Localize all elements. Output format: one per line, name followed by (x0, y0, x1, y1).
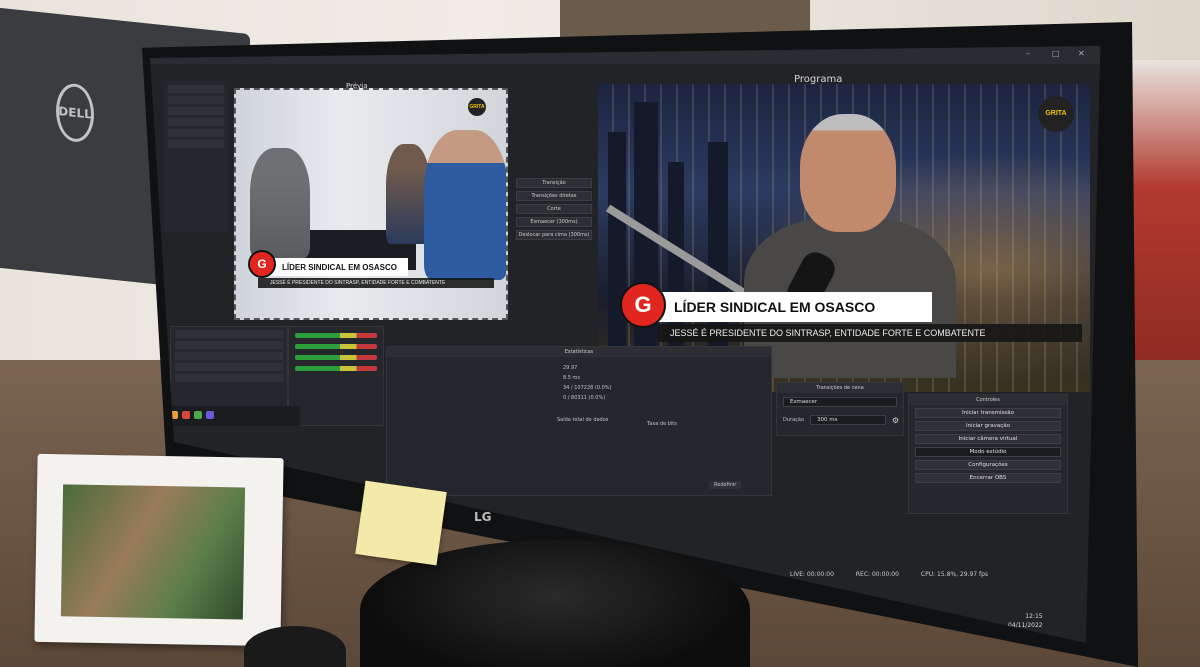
scene-transitions-title: Transições de cena (777, 383, 903, 393)
transition-button[interactable]: Transição (516, 178, 592, 188)
person-right (424, 130, 506, 280)
couple-photo (60, 484, 246, 620)
stats-lagged: 0 / 80311 (0.0%) (563, 395, 606, 401)
person-left (250, 148, 310, 258)
mixer-bar-4 (295, 366, 377, 371)
transition-select[interactable]: Esmaecer (783, 397, 897, 407)
duration-label: Duração (783, 417, 805, 423)
live-status: LIVE: 00:00:00 (790, 570, 834, 578)
preview-lower-third-title: LÍDER SINDICAL EM OSASCO (258, 258, 408, 276)
app-icon[interactable] (206, 411, 214, 419)
app-icon[interactable] (182, 411, 190, 419)
duration-input[interactable]: 300 ms (810, 415, 886, 425)
stats-col-data: Saída total de dados (557, 417, 609, 423)
controls-dock: Controles Iniciar transmissão Iniciar gr… (908, 394, 1068, 514)
stats-fps: 29.97 (563, 365, 578, 371)
fade-transition[interactable]: Esmaecer (300ms) (516, 217, 592, 227)
direct-transitions[interactable]: Transições diretas (516, 191, 592, 201)
program-g-badge: G (620, 282, 666, 328)
start-recording-button[interactable]: Iniciar gravação (915, 421, 1061, 431)
start-streaming-button[interactable]: Iniciar transmissão (915, 408, 1061, 418)
program-lower-third-title: LÍDER SINDICAL EM OSASCO (648, 292, 932, 322)
transition-panel: Transição Transições diretas Corte Esmae… (516, 178, 592, 243)
preview-lower-third-subtitle: JESSÉ É PRESIDENTE DO SINTRASP, ENTIDADE… (258, 278, 494, 288)
exit-button[interactable]: Encerrar OBS (915, 473, 1061, 483)
mixer-bar-2 (295, 344, 377, 349)
close-icon[interactable]: ✕ (1078, 50, 1086, 58)
scene-transitions-dock: Transições de cena Esmaecer Duração 300 … (776, 382, 904, 436)
rec-status: REC: 00:00:00 (855, 570, 899, 578)
stats-skipped: 34 / 107228 (0.0%) (563, 385, 612, 391)
stats-col-bitrate: Taxa de bits (647, 421, 677, 427)
status-bar: LIVE: 00:00:00 REC: 00:00:00 CPU: 15.8%,… (790, 568, 1100, 580)
slide-transition[interactable]: Deslocar para cima (300ms) (516, 230, 592, 240)
minimize-icon[interactable]: – (1026, 50, 1034, 58)
clock-time: 12:15 (1025, 613, 1043, 620)
dell-logo: DELL (56, 81, 94, 144)
mixer-bar-1 (295, 333, 377, 338)
scene-list-dock[interactable] (164, 82, 228, 232)
preview-g-badge: G (248, 250, 276, 278)
mixer-bar-3 (295, 355, 377, 360)
stats-reset-button[interactable]: Redefinir (709, 481, 742, 489)
start-virtual-camera-button[interactable]: Iniciar câmera virtual (915, 434, 1061, 444)
lg-logo: LG (474, 510, 492, 524)
photo-frame (34, 453, 284, 647)
maximize-icon[interactable]: □ (1052, 50, 1060, 58)
gear-icon[interactable]: ⚙ (892, 416, 899, 425)
grita-logo-program: GRITA (1038, 96, 1074, 132)
stats-title: Estatísticas (387, 347, 771, 357)
audio-mixer-dock[interactable] (288, 326, 384, 426)
controls-title: Controles (909, 395, 1067, 405)
studio-mode-button[interactable]: Modo estúdio (915, 447, 1061, 457)
app-icon[interactable] (194, 411, 202, 419)
stats-render-time: 8.5 ms (563, 375, 581, 381)
speaker (244, 626, 346, 667)
grita-logo: GRITA (468, 98, 486, 116)
preview-canvas[interactable]: GRITA LÍDER SINDICAL EM OSASCO JESSÉ É P… (234, 88, 508, 320)
settings-button[interactable]: Configurações (915, 460, 1061, 470)
stats-dock: Estatísticas 29.97 8.5 ms 34 / 107228 (0… (386, 346, 772, 496)
cpu-status: CPU: 15.8%, 29.97 fps (920, 570, 989, 578)
cut-transition[interactable]: Corte (516, 204, 592, 214)
sticky-note (355, 480, 447, 566)
